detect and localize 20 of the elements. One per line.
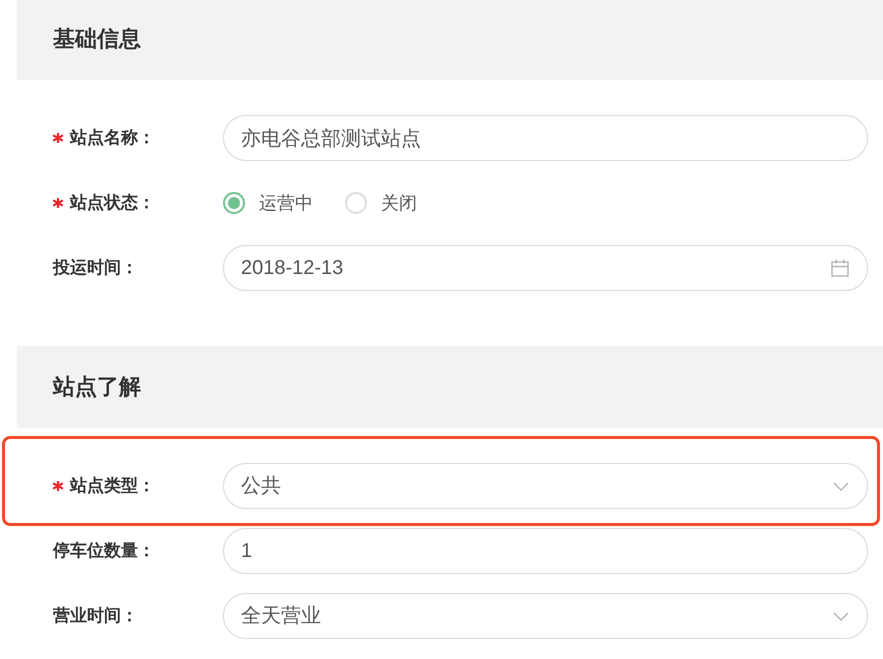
section-title: 站点了解 [53, 376, 141, 398]
radio-button[interactable] [223, 192, 245, 214]
chevron-down-icon [833, 612, 849, 620]
text-field[interactable]: 1 [223, 528, 868, 574]
field-label: 营业时间： [53, 605, 138, 628]
field-label: 投运时间： [53, 257, 138, 280]
radio-button[interactable] [345, 192, 367, 214]
field-label: 停车位数量： [53, 540, 155, 562]
field-label: 站点类型： [70, 475, 155, 498]
radio-label[interactable]: 关闭 [381, 190, 417, 216]
radio-label[interactable]: 运营中 [259, 190, 313, 216]
section-title: 基础信息 [53, 28, 141, 50]
text-field[interactable]: 亦电谷总部测试站点 [223, 115, 868, 161]
field-label: 站点状态： [70, 192, 155, 214]
date-field[interactable]: 2018-12-13 [223, 245, 868, 291]
chevron-down-icon [833, 482, 849, 490]
select-field[interactable]: 公共 [223, 463, 868, 509]
field-label: 站点名称： [70, 127, 155, 150]
calendar-icon [831, 259, 849, 277]
select-field[interactable]: 全天营业 [223, 593, 868, 639]
